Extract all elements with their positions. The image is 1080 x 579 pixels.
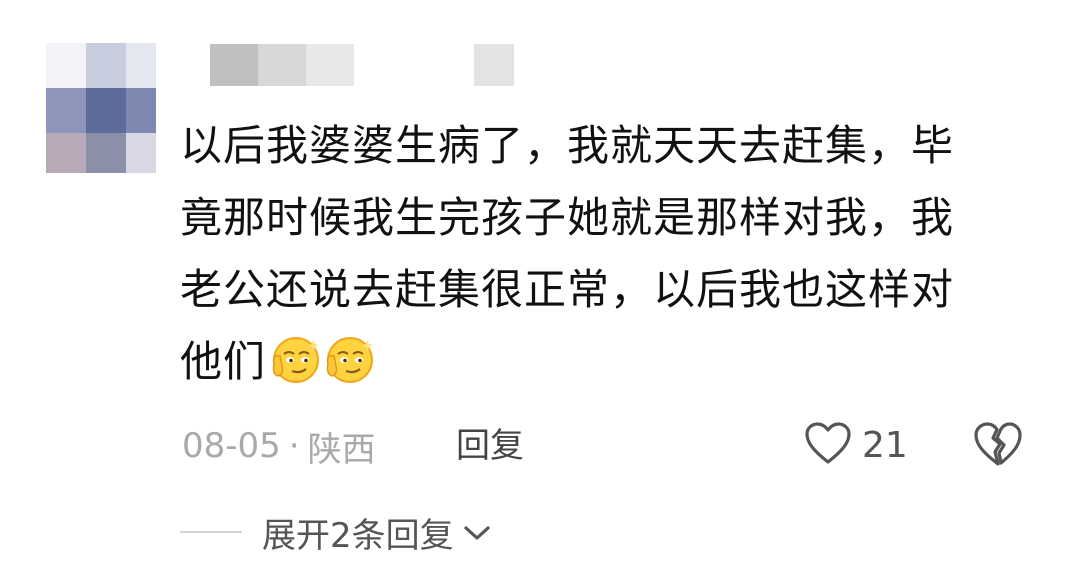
heart-outline-icon: [804, 421, 852, 469]
chevron-down-icon: [454, 512, 492, 552]
comment-text: 以后我婆婆生病了，我就天天去赶集，毕 竟那时候我生完孩子她就是那样对我，我 老公…: [180, 110, 1050, 398]
meta-separator: ·: [288, 426, 300, 466]
comment-date: 08-05: [182, 426, 281, 466]
broken-heart-icon: [972, 422, 1024, 472]
comment-line: 竟那时候我生完孩子她就是那样对我，我: [180, 193, 955, 242]
dislike-button[interactable]: [972, 420, 1024, 472]
comment-last-line-text: 他们: [180, 337, 267, 386]
smirk-emoji: [268, 334, 320, 386]
reply-button[interactable]: 回复: [456, 422, 524, 470]
expand-replies-label: 展开2条回复: [262, 515, 454, 556]
expand-replies-button[interactable]: 展开2条回复: [262, 508, 492, 556]
comment-line: 老公还说去赶集很正常，以后我也这样对: [180, 265, 955, 314]
comment-meta: 08-05 · 陕西: [182, 422, 376, 470]
comment-line: 他们: [180, 326, 1050, 398]
like-button[interactable]: 21: [804, 418, 908, 472]
comment-location: 陕西: [307, 429, 376, 470]
comment-line: 以后我婆婆生病了，我就天天去赶集，毕: [180, 121, 955, 170]
divider: [180, 531, 242, 533]
smirk-emoji: [322, 334, 374, 386]
username[interactable]: [210, 44, 530, 86]
avatar[interactable]: [46, 43, 156, 173]
like-count: 21: [862, 424, 908, 466]
